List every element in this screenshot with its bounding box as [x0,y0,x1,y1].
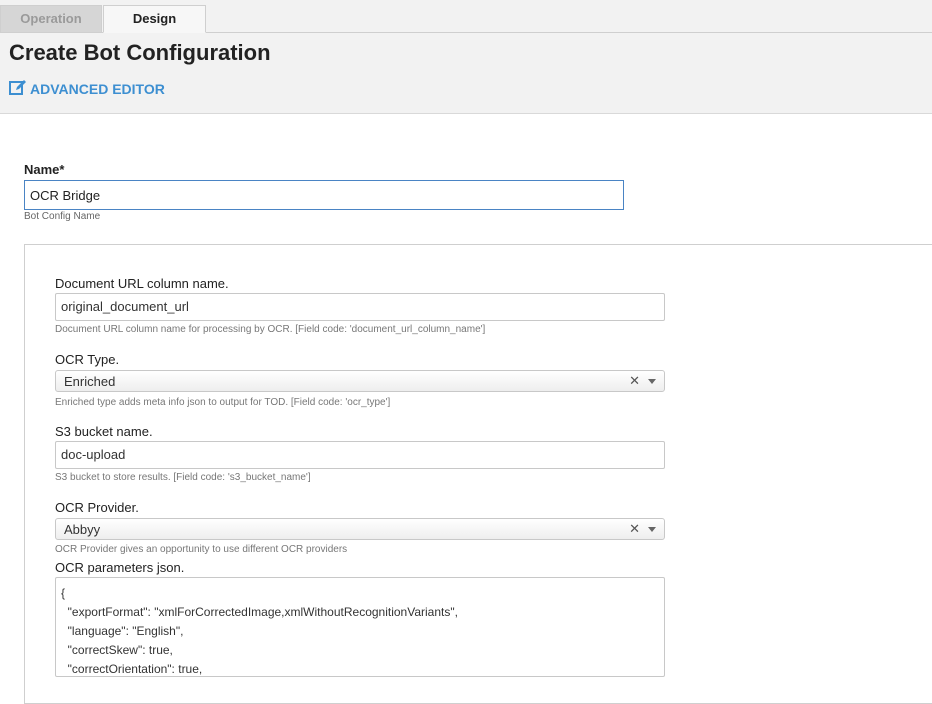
ocr-params-label: OCR parameters json. [55,560,185,575]
page-title: Create Bot Configuration [9,40,271,65]
name-help: Bot Config Name [24,211,101,222]
advanced-editor-link[interactable]: ADVANCED EDITOR [9,79,165,99]
ocr-provider-value: Abbyy [64,522,101,537]
tab-bar: Operation Design [0,5,932,33]
chevron-down-icon[interactable] [648,379,656,384]
s3-bucket-input[interactable]: doc-upload [55,441,665,469]
ocr-provider-help: OCR Provider gives an opportunity to use… [55,544,348,555]
tab-design[interactable]: Design [103,5,206,33]
ocr-params-textarea[interactable]: { "exportFormat": "xmlForCorrectedImage,… [55,577,665,677]
json-line: "exportFormat": "xmlForCorrectedImage,xm… [61,605,458,619]
ocr-provider-label: OCR Provider. [55,500,139,515]
document-url-input[interactable]: original_document_url [55,293,665,321]
header-band: Operation Design Create Bot Configuratio… [0,0,932,114]
s3-bucket-help: S3 bucket to store results. [Field code:… [55,472,311,483]
json-line: "correctOrientation": true, [61,662,203,676]
document-url-label: Document URL column name. [55,276,229,291]
name-input[interactable] [24,180,624,210]
s3-bucket-label: S3 bucket name. [55,424,153,439]
clear-icon[interactable]: ✕ [629,373,640,389]
ocr-type-label: OCR Type. [55,352,120,367]
advanced-editor-label: ADVANCED EDITOR [30,81,165,97]
edit-icon [9,79,30,99]
document-url-help: Document URL column name for processing … [55,324,486,335]
json-line: "correctSkew": true, [61,643,173,657]
json-line: { [61,586,66,600]
name-label: Name* [24,162,65,177]
ocr-type-select[interactable]: Enriched ✕ [55,370,665,392]
clear-icon[interactable]: ✕ [629,521,640,537]
chevron-down-icon[interactable] [648,527,656,532]
ocr-type-value: Enriched [64,374,116,389]
json-line: "language": "English", [61,624,184,638]
ocr-provider-select[interactable]: Abbyy ✕ [55,518,665,540]
tab-operation[interactable]: Operation [0,5,102,32]
ocr-type-help: Enriched type adds meta info json to out… [55,397,391,408]
